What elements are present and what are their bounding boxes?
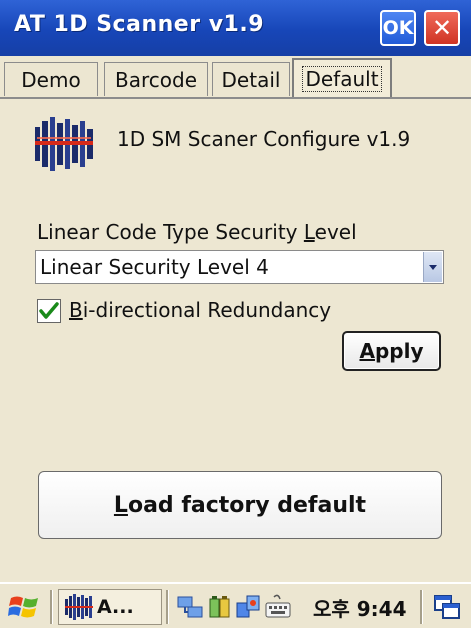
label-mnemonic: B bbox=[69, 298, 83, 322]
keyboard-icon[interactable] bbox=[264, 593, 292, 621]
show-desktop-icon[interactable] bbox=[433, 593, 461, 621]
security-level-select[interactable]: Linear Security Level 4 bbox=[35, 250, 444, 284]
load-factory-default-button[interactable]: Load factory default bbox=[38, 471, 442, 539]
taskbar-app-button[interactable]: A... bbox=[58, 589, 162, 625]
taskbar-separator bbox=[166, 590, 169, 624]
tab-demo[interactable]: Demo bbox=[4, 62, 98, 96]
clock[interactable]: 오후 9:44 bbox=[313, 593, 407, 622]
windows-flag-icon[interactable] bbox=[8, 592, 42, 622]
tab-barcode[interactable]: Barcode bbox=[104, 62, 208, 96]
bidirectional-checkbox[interactable] bbox=[37, 299, 61, 323]
window-title: AT 1D Scanner v1.9 bbox=[14, 12, 265, 37]
bidirectional-label[interactable]: Bi-directional Redundancy bbox=[69, 298, 331, 322]
security-level-label: Linear Code Type Security Level bbox=[37, 220, 357, 244]
label-mnemonic: L bbox=[303, 220, 315, 244]
checkmark-icon bbox=[39, 302, 59, 319]
taskbar-app-label: A... bbox=[97, 596, 134, 618]
close-icon: ✕ bbox=[431, 14, 453, 42]
ok-button[interactable]: OK bbox=[380, 10, 416, 46]
taskbar-separator bbox=[420, 590, 423, 624]
barcode-scanner-icon bbox=[65, 594, 93, 620]
taskbar: A... 오후 9:44 bbox=[0, 582, 471, 628]
tab-label: Default bbox=[302, 66, 382, 92]
apply-button[interactable]: Apply bbox=[342, 331, 441, 371]
tab-label: Barcode bbox=[115, 67, 197, 92]
dropdown-arrow-button[interactable] bbox=[423, 252, 442, 282]
security-level-value: Linear Security Level 4 bbox=[40, 255, 269, 279]
tab-detail[interactable]: Detail bbox=[212, 62, 290, 96]
button-mnemonic: L bbox=[113, 492, 128, 518]
taskbar-separator bbox=[50, 590, 53, 624]
app-heading: 1D SM Scaner Configure v1.9 bbox=[117, 127, 411, 151]
button-text: oad factory default bbox=[127, 492, 367, 518]
tab-label: Detail bbox=[221, 67, 281, 92]
network-icon[interactable] bbox=[176, 593, 204, 621]
button-mnemonic: A bbox=[359, 339, 375, 363]
tab-default[interactable]: Default bbox=[292, 58, 392, 98]
tab-divider bbox=[0, 97, 471, 99]
tab-strip: Demo Barcode Detail Default bbox=[0, 58, 471, 98]
barcode-scanner-icon bbox=[35, 117, 93, 171]
label-text: i-directional Redundancy bbox=[82, 298, 332, 322]
close-button[interactable]: ✕ bbox=[424, 10, 460, 46]
sync-icon[interactable] bbox=[234, 593, 262, 621]
battery-icon[interactable] bbox=[206, 593, 234, 621]
button-text: pply bbox=[374, 339, 424, 363]
label-text: evel bbox=[314, 220, 357, 244]
chevron-down-icon bbox=[429, 265, 437, 270]
title-bar: AT 1D Scanner v1.9 OK ✕ bbox=[0, 0, 471, 56]
label-text: Linear Code Type Security bbox=[37, 220, 304, 244]
tab-label: Demo bbox=[21, 67, 81, 92]
